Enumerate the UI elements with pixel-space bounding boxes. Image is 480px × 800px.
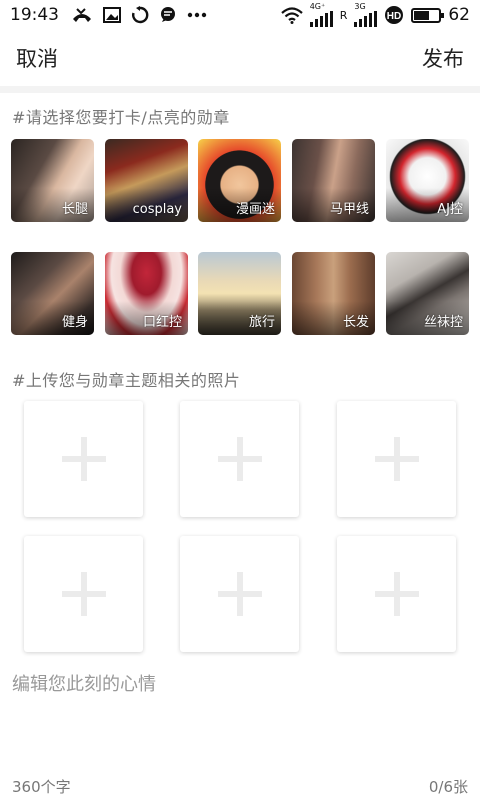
badge-label: 健身 — [61, 315, 88, 330]
badge-label: 长腿 — [61, 202, 88, 217]
photo-upload-slot-6[interactable] — [337, 536, 456, 652]
badge-label: 丝袜控 — [423, 315, 463, 330]
sync-icon — [132, 6, 149, 24]
badge-label: 漫画迷 — [235, 202, 275, 217]
badge-label: 长发 — [342, 315, 369, 330]
badge-long-hair[interactable]: 长发 — [292, 252, 375, 335]
badge-aj-fan[interactable]: AJ控 — [386, 139, 469, 222]
network-type-1: 4G⁺ — [309, 2, 326, 11]
top-nav: 取消 发布 — [0, 30, 480, 86]
photo-upload-slot-2[interactable] — [180, 401, 299, 517]
mood-text-input[interactable]: 编辑您此刻的心情 — [12, 670, 468, 770]
network-type-2: 3G — [354, 2, 366, 11]
photo-upload-slot-4[interactable] — [24, 536, 143, 652]
status-notification-icons — [71, 6, 207, 24]
badge-travel[interactable]: 旅行 — [198, 252, 281, 335]
battery-level: 62 — [448, 5, 470, 25]
badge-label: AJ控 — [437, 202, 463, 217]
badge-stockings[interactable]: 丝袜控 — [386, 252, 469, 335]
battery-icon — [411, 7, 445, 23]
photo-upload-slot-1[interactable] — [24, 401, 143, 517]
badge-label: cosplay — [132, 202, 182, 217]
svg-text:HD: HD — [387, 11, 401, 22]
badge-abs[interactable]: 马甲线 — [292, 139, 375, 222]
badge-section-title: #请选择您要打卡/点亮的勋章 — [12, 108, 230, 127]
status-system-icons: 4G⁺ R 3G HD 62 — [280, 2, 470, 27]
hd-icon: HD — [385, 6, 404, 24]
cancel-button[interactable]: 取消 — [16, 43, 58, 73]
missed-call-icon — [73, 8, 91, 22]
upload-section-title: #上传您与勋章主题相关的照片 — [12, 371, 241, 390]
badge-comic-fan[interactable]: 漫画迷 — [198, 139, 281, 222]
badge-label: 口红控 — [142, 315, 182, 330]
status-bar: 19:43 4G⁺ R 3G HD 62 — [0, 0, 480, 30]
badge-label: 马甲线 — [329, 202, 369, 217]
chat-icon — [161, 7, 175, 22]
status-time: 19:43 — [10, 5, 59, 25]
signal-icon — [309, 11, 333, 27]
publish-button[interactable]: 发布 — [422, 43, 464, 73]
photo-upload-slot-3[interactable] — [337, 401, 456, 517]
char-limit-text: 360个字 — [12, 778, 71, 796]
photo-count-text: 0/6张 — [428, 778, 468, 796]
signal-icon-2 — [354, 11, 378, 27]
badge-long-legs[interactable]: 长腿 — [11, 139, 94, 222]
badge-lipstick[interactable]: 口红控 — [105, 252, 188, 335]
header-divider — [0, 86, 480, 93]
more-dots-icon — [187, 12, 207, 18]
photo-upload-slot-5[interactable] — [180, 536, 299, 652]
badge-cosplay[interactable]: cosplay — [105, 139, 188, 222]
wifi-icon — [280, 6, 303, 24]
badge-label: 旅行 — [248, 315, 275, 330]
image-icon — [103, 7, 121, 23]
badge-fitness[interactable]: 健身 — [11, 252, 94, 335]
roaming-indicator: R — [339, 8, 348, 22]
